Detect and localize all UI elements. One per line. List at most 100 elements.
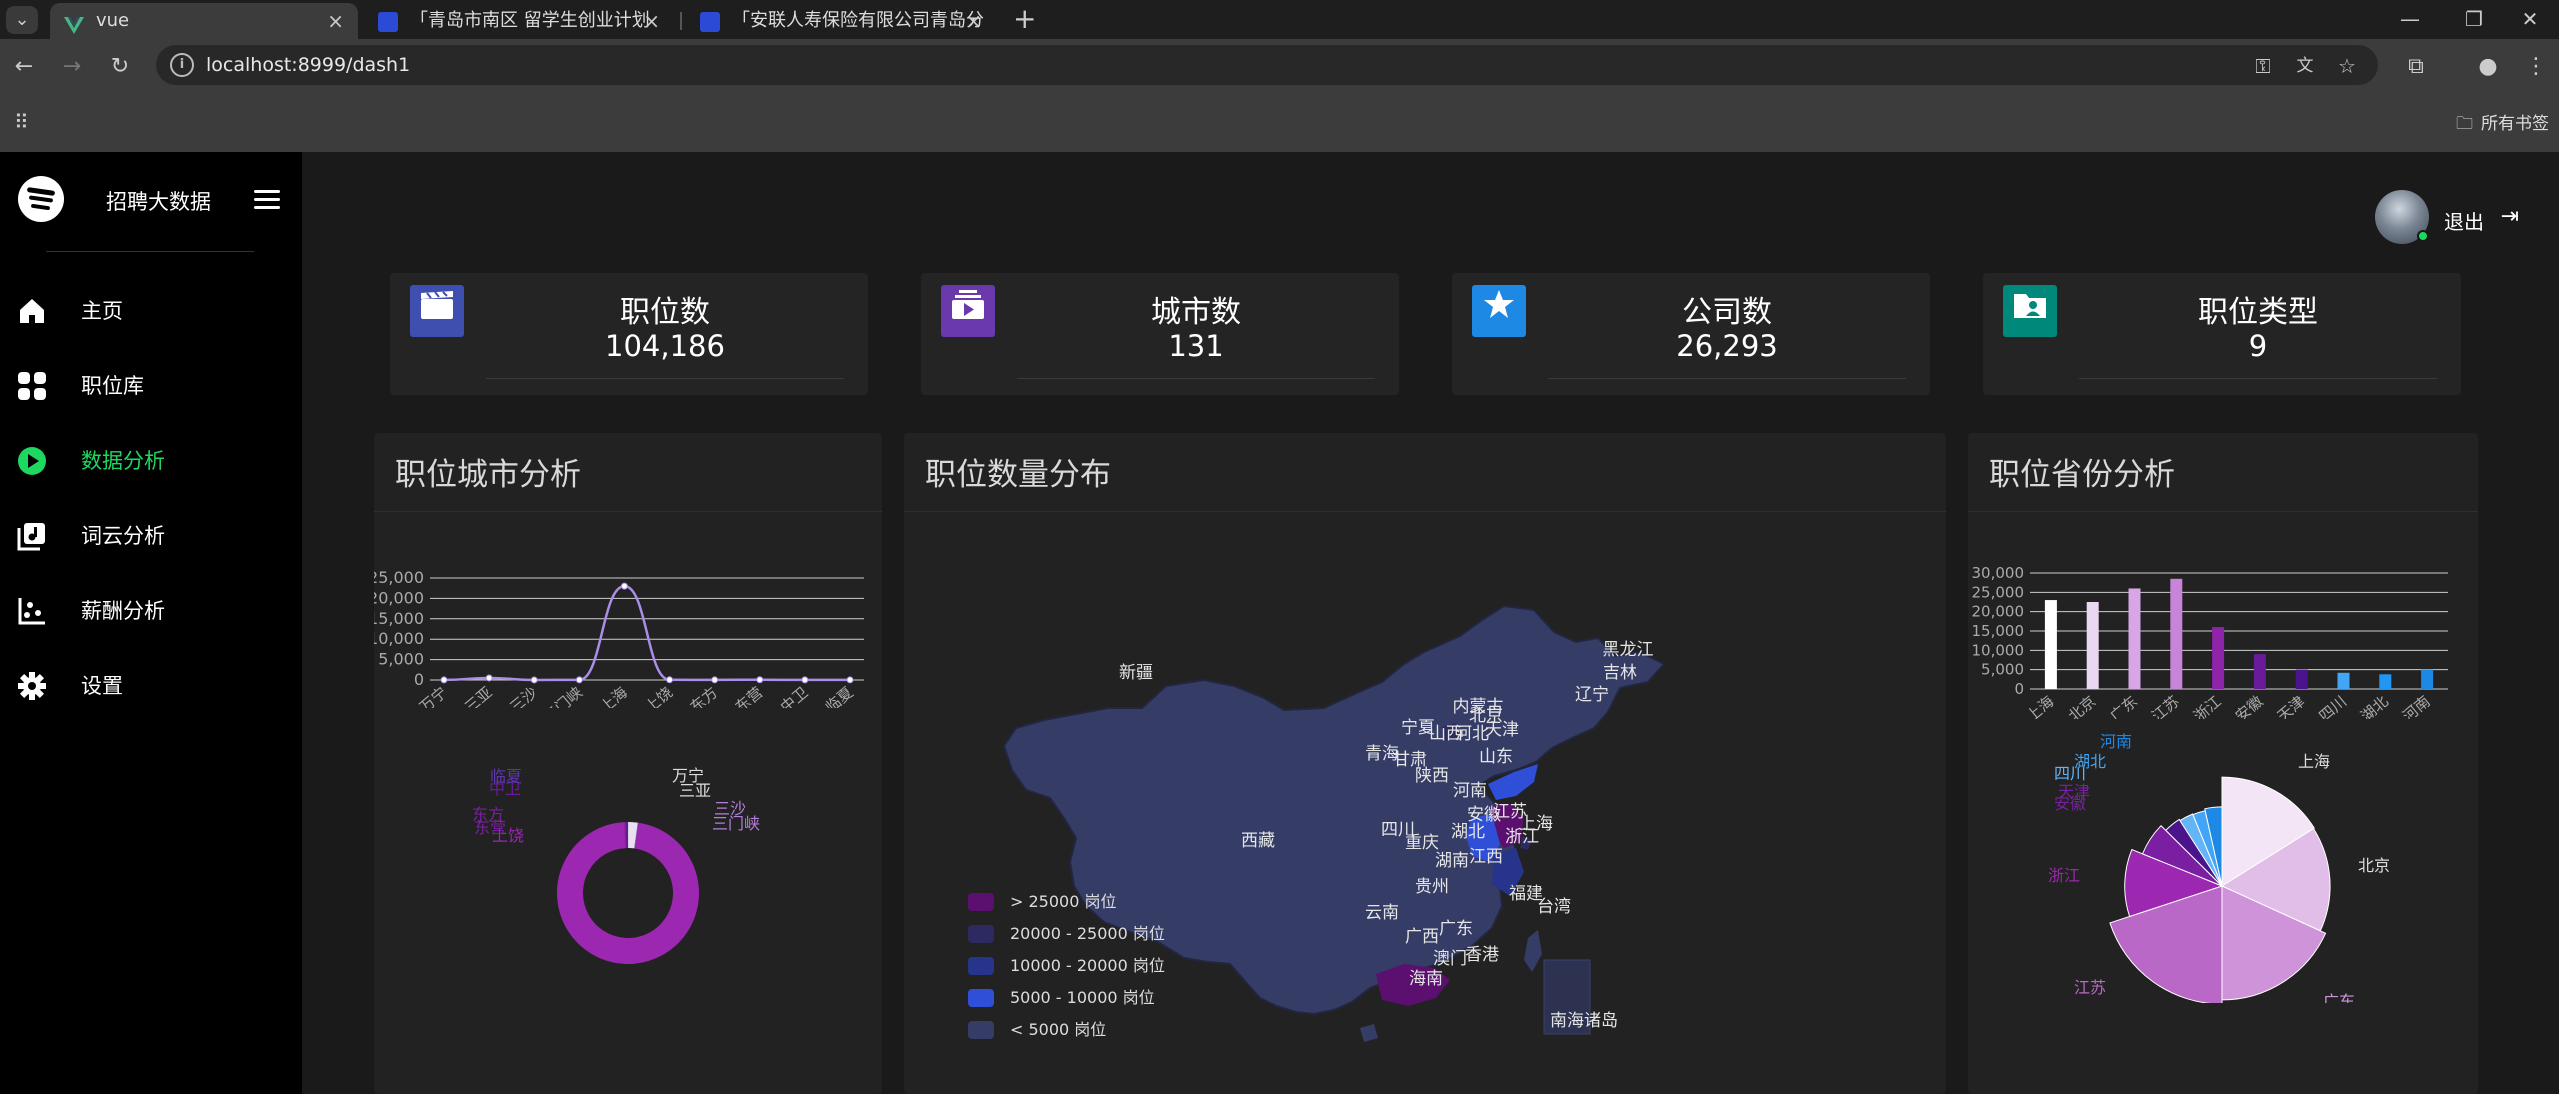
x-tick-label: 江苏 <box>2148 692 2183 719</box>
close-icon[interactable]: × <box>327 3 344 39</box>
bar <box>2212 627 2225 689</box>
slice-label: 天津 <box>2058 782 2090 801</box>
site-favicon-icon <box>700 12 720 32</box>
bar <box>2337 672 2350 689</box>
site-info-icon[interactable]: i <box>170 53 194 77</box>
donut-slice <box>628 822 638 849</box>
browser-tab-vue[interactable]: vue × <box>50 3 358 39</box>
sidebar-item-salary[interactable]: 薪酬分析 <box>0 585 302 635</box>
y-tick-label: 0 <box>2014 680 2024 698</box>
tab-title: vue <box>96 10 130 31</box>
panel-divider <box>1968 511 2478 512</box>
apps-grid-icon[interactable]: ⠿ <box>14 110 29 134</box>
slice-label: 三门峡 <box>712 814 760 833</box>
data-point <box>666 676 674 684</box>
x-tick-label: 临夏 <box>822 683 857 708</box>
province-bar-chart[interactable]: 30,00025,000 20,00015,00010,000 5,0000上海 北京… <box>1968 559 2478 719</box>
browser-menu-icon[interactable]: ⋮ <box>2518 49 2554 85</box>
legend-label: 10000 - 20000 岗位 <box>1010 956 1165 975</box>
browser-tab-3[interactable]: 「安联人寿保险有限公司青岛分 × <box>686 3 996 39</box>
bookmarks-bar: ⠿ 🗀 所有书签 <box>0 94 2559 152</box>
panel-title: 职位数量分布 <box>925 457 1111 493</box>
avatar[interactable] <box>2375 190 2429 244</box>
map-region-label: 湖南 <box>1435 851 1469 871</box>
city-donut-chart[interactable]: 万宁三亚三沙三门峡上海上饶东方东营中卫临夏 <box>374 758 882 998</box>
url-text[interactable]: localhost:8999/dash1 <box>206 45 410 85</box>
sidebar-item-jobs[interactable]: 职位库 <box>0 360 302 410</box>
address-bar[interactable]: i localhost:8999/dash1 ⚿ 文 ☆ <box>156 45 2378 85</box>
data-point <box>756 676 764 684</box>
data-point <box>711 676 719 684</box>
browser-tab-strip: ⌄ vue × 「青岛市南区 留学生创业计划 × 「安联人寿保险有限公司青岛分 … <box>0 0 2559 39</box>
map-region-label: 台湾 <box>1537 897 1571 917</box>
site-favicon-icon <box>378 12 398 32</box>
translate-icon[interactable]: 文 <box>2292 53 2318 79</box>
bar <box>2295 669 2308 689</box>
sidebar-item-wordcloud[interactable]: 词云分析 <box>0 510 302 560</box>
stat-title: 城市数 <box>1151 295 1241 330</box>
legend-swatch <box>968 989 994 1007</box>
slice-label: 江苏 <box>2074 978 2106 997</box>
spotify-logo-icon <box>18 176 64 222</box>
forward-button[interactable]: → <box>54 49 90 85</box>
folder-icon: 🗀 <box>2456 114 2473 134</box>
all-bookmarks-button[interactable]: 🗀 所有书签 <box>2456 109 2549 140</box>
map-region-label: 广东 <box>1439 919 1473 939</box>
tab-search-button[interactable]: ⌄ <box>6 6 38 34</box>
slice-label: 湖北 <box>2074 752 2106 771</box>
map-region-label: 河南 <box>1453 781 1487 801</box>
map-region-label: 天津 <box>1485 720 1519 740</box>
menu-toggle-icon[interactable] <box>254 190 280 212</box>
x-tick-label: 三沙 <box>506 683 541 708</box>
province-pie-chart[interactable]: 上海北京广东江苏浙江安徽天津四川湖北河南 <box>1968 733 2478 1003</box>
stat-divider <box>2079 378 2437 379</box>
browser-tab-2[interactable]: 「青岛市南区 留学生创业计划 × <box>364 3 674 39</box>
map-region-label: 黑龙江 <box>1603 640 1654 660</box>
sidebar-item-settings[interactable]: 设置 <box>0 660 302 710</box>
legend-label: 5000 - 10000 岗位 <box>1010 988 1155 1007</box>
dashboard-app: 招聘大数据 主页 职位库 数据分析 词云分析 薪酬分析 设置 退出 ⇥ 职位数 … <box>0 152 2559 1094</box>
back-button[interactable]: ← <box>6 49 42 85</box>
logout-icon[interactable]: ⇥ <box>2501 204 2519 229</box>
x-tick-label: 四川 <box>2316 692 2351 719</box>
logout-button[interactable]: 退出 <box>2444 206 2484 235</box>
map-region-taiwan <box>1524 930 1542 972</box>
map-region-label: 吉林 <box>1603 663 1637 683</box>
close-icon[interactable]: × <box>965 3 982 39</box>
panel-title: 职位城市分析 <box>395 457 581 493</box>
x-tick-label: 上饶 <box>642 683 677 708</box>
x-tick-label: 天津 <box>2274 692 2309 719</box>
new-tab-button[interactable]: + <box>1013 4 1036 34</box>
grid-icon <box>16 371 48 401</box>
sidebar-item-analysis[interactable]: 数据分析 <box>0 435 302 485</box>
bookmark-star-icon[interactable]: ☆ <box>2334 53 2360 79</box>
y-tick-label: 30,000 <box>1972 564 2025 582</box>
extensions-icon[interactable]: ⧉ <box>2398 49 2434 85</box>
sidebar: 招聘大数据 主页 职位库 数据分析 词云分析 薪酬分析 设置 <box>0 152 302 1094</box>
map-region-label: 西藏 <box>1241 831 1275 851</box>
x-tick-label: 安徽 <box>2232 692 2267 719</box>
data-point <box>530 676 538 684</box>
stat-divider <box>486 378 844 379</box>
legend-label: > 25000 岗位 <box>1010 892 1116 911</box>
password-key-icon[interactable]: ⚿ <box>2250 53 2276 79</box>
profile-icon[interactable]: ● <box>2470 49 2506 85</box>
y-tick-label: 25,000 <box>1972 583 2025 601</box>
china-map[interactable]: > 25000 岗位 20000 - 25000 岗位 10000 - 20000 … <box>904 514 1946 1094</box>
close-icon[interactable]: × <box>643 3 660 39</box>
bar <box>2086 602 2099 689</box>
restore-button[interactable]: ❐ <box>2444 0 2504 39</box>
minimize-button[interactable]: — <box>2380 0 2440 39</box>
window-close-button[interactable]: ✕ <box>2500 0 2559 39</box>
stat-card-jobs: 职位数 104,186 <box>390 273 868 395</box>
panel-divider <box>904 511 1946 512</box>
map-region-hainan <box>1360 1024 1378 1042</box>
city-line-chart[interactable]: 25,00020,00015,00010,0005,0000万宁三亚三沙三门峡上… <box>374 558 882 708</box>
sidebar-item-home[interactable]: 主页 <box>0 285 302 335</box>
y-tick-label: 5,000 <box>378 650 424 669</box>
bar <box>2128 588 2141 689</box>
stat-card-job-types: 职位类型 9 <box>1983 273 2461 395</box>
reload-button[interactable]: ↻ <box>102 49 138 85</box>
map-region-label: 香港 <box>1465 945 1499 965</box>
slice-label: 浙江 <box>2048 866 2080 885</box>
